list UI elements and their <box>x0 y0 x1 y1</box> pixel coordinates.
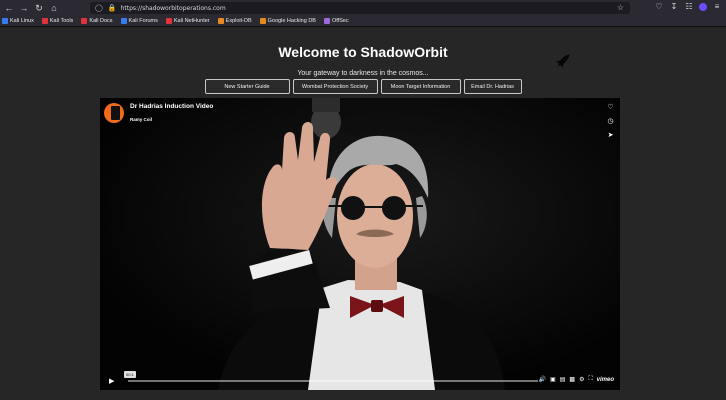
profile-icon[interactable] <box>699 2 707 11</box>
moon-target-information-button[interactable]: Moon Target Information <box>380 79 461 94</box>
bookmark-star-icon[interactable]: ☆ <box>617 3 624 12</box>
bookmark-icon <box>2 18 8 24</box>
bookmark-kali-docs[interactable]: Kali Docs <box>81 18 113 24</box>
url-text[interactable]: https://shadoworbitoperations.com <box>121 5 226 12</box>
bookmark-icon <box>81 18 88 24</box>
reload-icon[interactable]: ↻ <box>33 2 45 14</box>
bookmark-icon <box>120 18 127 24</box>
video-side-actions: ♡ ◷ ➤ <box>606 103 615 140</box>
email-dr-hadrias-button[interactable]: Email Dr. Hadrias <box>463 79 522 94</box>
back-icon[interactable]: ← <box>3 2 15 14</box>
progress-bar[interactable] <box>128 380 538 382</box>
page-title: Welcome to ShadowOrbit <box>278 44 448 60</box>
fullscreen-icon[interactable]: ⛶ <box>588 376 592 383</box>
video-author[interactable]: Ramy Coil <box>130 117 152 122</box>
forward-icon[interactable]: → <box>18 2 30 14</box>
toolbar-right-icons: ♡ ↧ ☷ ≡ <box>654 2 722 11</box>
shield-icon[interactable]: ◯ <box>95 4 103 12</box>
browser-toolbar: ← → ↻ ⌂ ◯ 🔒 https://shadoworbitoperation… <box>0 0 726 16</box>
bookmark-icon <box>323 18 330 24</box>
page-tagline: Your gateway to darkness in the cosmos..… <box>297 70 429 77</box>
like-icon[interactable]: ♡ <box>606 103 615 112</box>
play-icon[interactable]: ▶ <box>109 377 114 385</box>
bookmark-exploit-db[interactable]: Exploit-DB <box>217 18 252 24</box>
channel-logo[interactable] <box>104 103 124 123</box>
pip-icon[interactable]: ▩ <box>569 376 575 383</box>
bookmark-icon <box>165 18 172 24</box>
bookmark-kali-linux[interactable]: Kali Linux <box>2 18 34 24</box>
bookmark-icon <box>41 18 48 24</box>
wombat-protection-society-button[interactable]: Wombat Protection Society <box>292 79 378 94</box>
url-bar[interactable]: ◯ 🔒 https://shadoworbitoperations.com ☆ <box>90 2 630 14</box>
rocket-icon <box>555 54 570 69</box>
video-control-icons: 🔊 ▣ ▤ ▩ ⚙ ⛶ vimeo <box>539 376 614 383</box>
bookmark-icon <box>217 18 224 24</box>
video-frame <box>100 98 620 390</box>
page-content: Welcome to ShadowOrbit Your gateway to d… <box>0 28 726 400</box>
video-title[interactable]: Dr Hadrias Induction Video <box>130 103 213 110</box>
download-icon[interactable]: ↧ <box>669 2 679 11</box>
captions-icon[interactable]: ▣ <box>550 376 556 383</box>
bookmark-kali-tools[interactable]: Kali Tools <box>41 18 73 24</box>
pocket-icon[interactable]: ♡ <box>654 2 664 11</box>
share-icon[interactable]: ➤ <box>606 131 615 140</box>
chapters-icon[interactable]: ▤ <box>560 376 566 383</box>
settings-gear-icon[interactable]: ⚙ <box>579 376 584 383</box>
vimeo-logo[interactable]: vimeo <box>597 377 614 383</box>
home-icon[interactable]: ⌂ <box>48 2 60 14</box>
watch-later-icon[interactable]: ◷ <box>606 117 615 126</box>
menu-icon[interactable]: ≡ <box>712 2 722 11</box>
time-tooltip: 00:1 <box>124 371 136 378</box>
bookmark-kali-nethunter[interactable]: Kali NetHunter <box>165 18 210 24</box>
bookmark-kali-forums[interactable]: Kali Forums <box>120 18 158 24</box>
video-player[interactable]: Dr Hadrias Induction Video Ramy Coil ♡ ◷… <box>100 98 620 390</box>
video-controls: ▶ 00:1 🔊 ▣ ▤ ▩ ⚙ ⛶ vimeo <box>100 371 620 390</box>
lock-icon[interactable]: 🔒 <box>108 4 117 12</box>
extensions-icon[interactable]: ☷ <box>684 2 694 11</box>
new-starter-guide-button[interactable]: New Starter Guide <box>204 79 290 94</box>
volume-icon[interactable]: 🔊 <box>539 376 546 383</box>
bookmark-icon <box>259 18 266 24</box>
bookmark-google-hacking-db[interactable]: Google Hacking DB <box>259 18 316 24</box>
bookmarks-bar: Kali Linux Kali Tools Kali Docs Kali For… <box>0 16 726 27</box>
bookmark-offsec[interactable]: OffSec <box>323 18 349 24</box>
nav-buttons: New Starter Guide Wombat Protection Soci… <box>0 79 726 94</box>
